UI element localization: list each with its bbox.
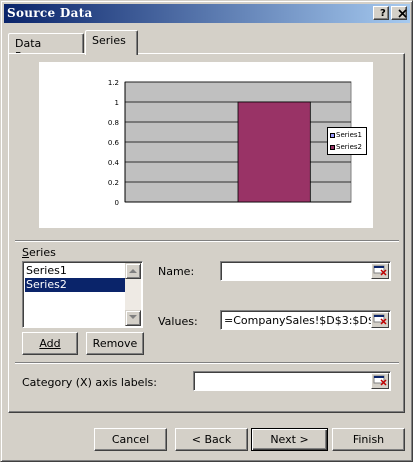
y-tick-label: 0.2 (108, 179, 119, 187)
scroll-up-icon (129, 269, 137, 273)
legend-swatch (330, 144, 335, 150)
remove-button-label: Remove (92, 336, 138, 350)
legend-swatch (330, 132, 335, 138)
separator (15, 240, 399, 242)
range-select-icon (373, 265, 387, 276)
list-item-series1[interactable]: Series1 (25, 264, 126, 278)
separator (15, 362, 399, 364)
y-tick-label: 0 (115, 199, 119, 207)
range-select-icon (373, 375, 387, 386)
name-collapse-button[interactable] (371, 263, 389, 279)
tab-data-range[interactable]: Data Range (8, 33, 84, 63)
values-field[interactable]: =CompanySales!$D$3:$D$3 (220, 310, 391, 330)
y-tick-label: 0.8 (108, 119, 119, 127)
window-title: Source Data (7, 6, 93, 20)
series-listbox[interactable]: Series1 Series2 (22, 261, 143, 328)
title-bar: Source Data ? X (4, 4, 410, 23)
chart-plot: 00.20.40.60.811.21 (108, 79, 352, 207)
values-collapse-button[interactable] (371, 312, 389, 328)
chart-legend: Series1 Series2 (327, 127, 367, 155)
values-value: =CompanySales!$D$3:$D$3 (224, 314, 382, 327)
y-tick-label: 0.4 (108, 159, 120, 167)
name-label: Name: (158, 265, 195, 278)
name-field[interactable] (220, 261, 391, 281)
tab-series[interactable]: Series (85, 30, 138, 55)
legend-entry: Series1 (330, 130, 362, 140)
help-button[interactable]: ? (373, 6, 389, 20)
legend-label: Series2 (336, 143, 362, 151)
cancel-button[interactable]: Cancel (94, 428, 167, 451)
series-tab-panel: 00.20.40.60.811.21 Series1Series2 Series… (8, 53, 405, 413)
category-label: Category (X) axis labels: (22, 376, 157, 389)
back-button[interactable]: < Back (175, 428, 248, 451)
scroll-down-button[interactable] (125, 310, 141, 326)
remove-series-button[interactable]: Remove (86, 332, 144, 355)
bar-series2 (237, 101, 311, 203)
next-button[interactable]: Next > (251, 428, 328, 451)
series-section-label: Series (22, 246, 56, 259)
y-tick-label: 1.2 (108, 79, 119, 87)
series-list-scrollbar[interactable] (125, 263, 141, 326)
close-button[interactable]: X (391, 6, 407, 20)
y-tick-label: 0.6 (108, 139, 120, 147)
scroll-up-button[interactable] (125, 263, 141, 279)
y-tick-label: 1 (115, 99, 119, 107)
scroll-down-icon (129, 315, 137, 319)
chart-preview: 00.20.40.60.811.21 Series1Series2 (39, 62, 373, 228)
list-item-series2[interactable]: Series2 (25, 278, 126, 292)
legend-entry: Series2 (330, 142, 362, 152)
add-series-button[interactable]: Add (22, 332, 78, 355)
range-select-icon (373, 314, 387, 325)
category-axis-field[interactable] (193, 371, 391, 391)
tab-series-label: Series (92, 34, 126, 47)
values-label: Values: (158, 315, 198, 328)
source-data-dialog: Source Data ? X Data Range Series 0 0.2 0.… (0, 0, 413, 462)
add-button-label: Add (39, 336, 61, 350)
finish-button[interactable]: Finish (332, 428, 405, 451)
category-collapse-button[interactable] (371, 373, 389, 389)
legend-label: Series1 (336, 131, 362, 139)
